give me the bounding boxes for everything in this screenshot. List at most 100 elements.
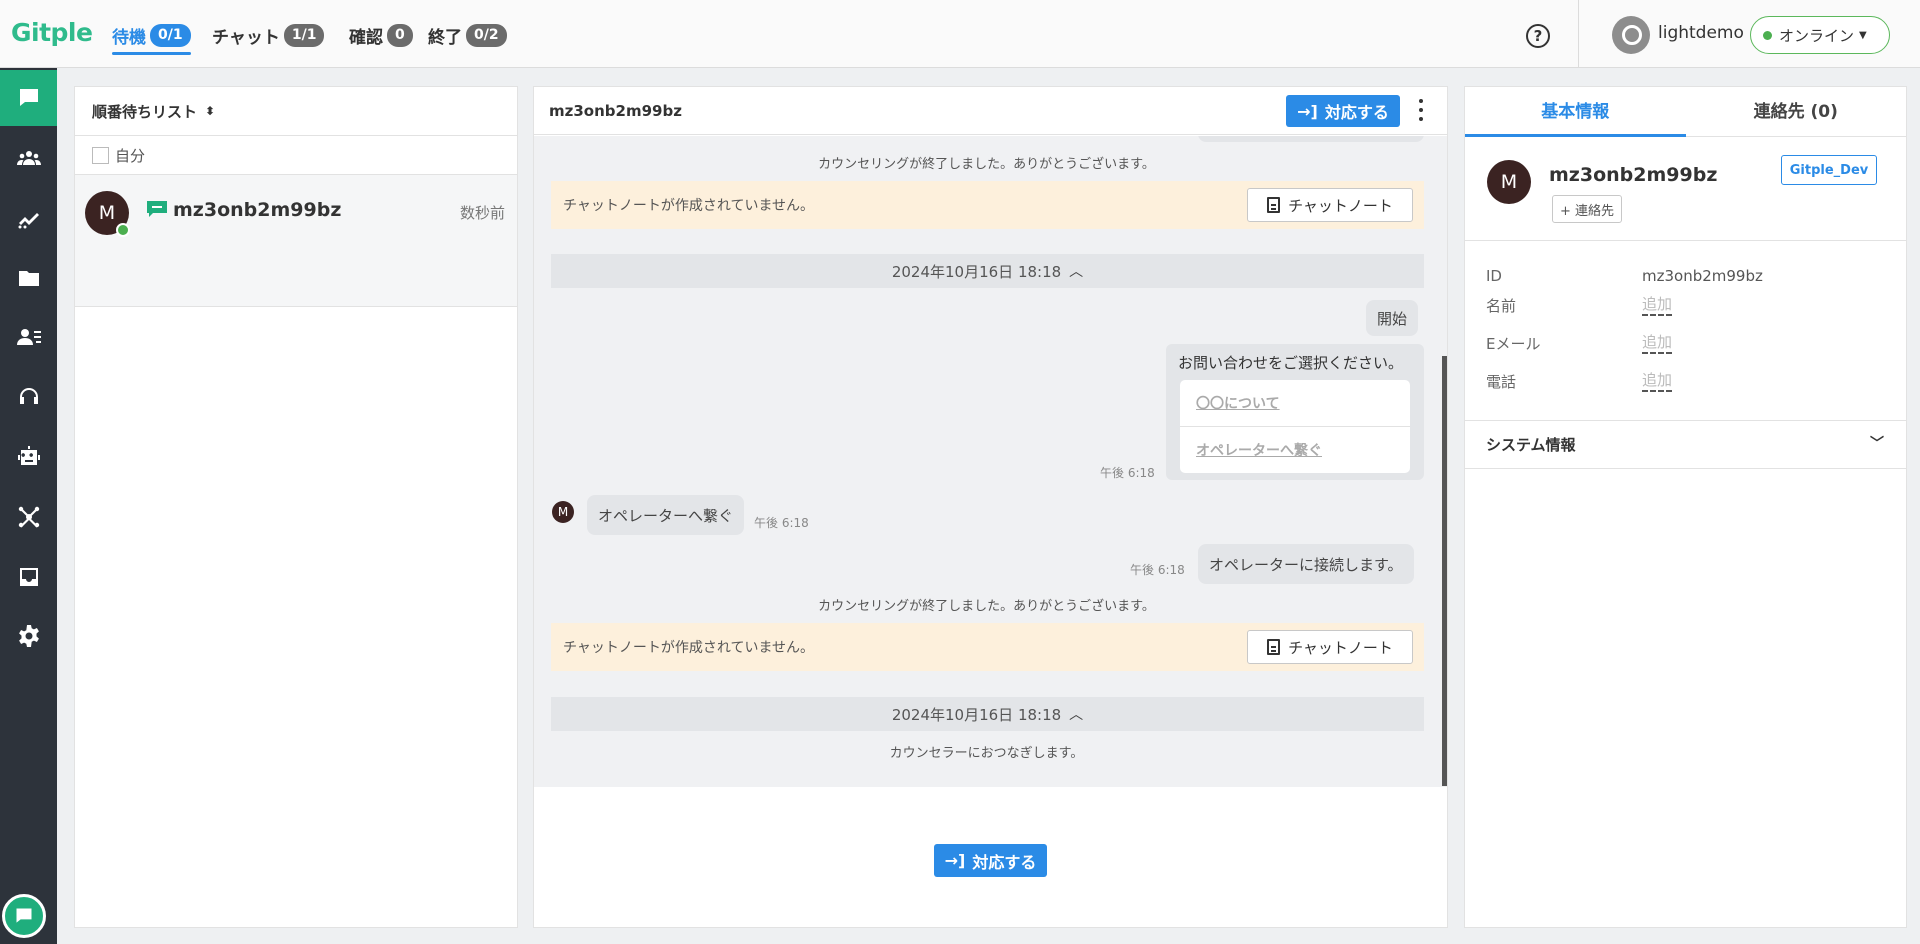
- caret-down-icon: ▼: [1859, 29, 1867, 41]
- queue-filter: 自分: [75, 136, 517, 175]
- customer-fields: ID mz3onb2m99bz 名前 追加 Eメール 追加 電話 追加: [1465, 241, 1906, 421]
- queue-item-name: mz3onb2m99bz: [173, 199, 342, 221]
- system-message: カウンセリングが終了しました。ありがとうございます。: [818, 599, 1155, 614]
- queue-title: 順番待ちリスト: [92, 102, 198, 121]
- channel-tag[interactable]: Gitple_Dev: [1781, 155, 1877, 185]
- previous-message-bubble: [1198, 136, 1424, 142]
- sidebar-item-integrations[interactable]: [0, 489, 57, 545]
- web-chat-icon: [147, 201, 167, 217]
- chat-note-label: チャットノート: [1288, 638, 1393, 657]
- queue-item-time: 数秒前: [459, 204, 505, 222]
- field-label: Eメール: [1486, 335, 1541, 353]
- inbox-icon: [19, 568, 38, 586]
- tab-badge: 1/1: [283, 23, 325, 47]
- scrollbar[interactable]: [1442, 356, 1447, 786]
- online-dot-icon: [1763, 30, 1772, 40]
- queue-header[interactable]: 順番待ちリスト ⬍: [75, 87, 517, 136]
- tab-contacts[interactable]: 連絡先 (0): [1686, 87, 1907, 136]
- note-missing-text: チャットノートが作成されていません。: [563, 198, 815, 214]
- chat-messages: カウンセリングが終了しました。ありがとうございます。 チャットノートが作成されて…: [534, 136, 1447, 787]
- network-icon: [18, 506, 39, 528]
- tab-chat[interactable]: チャット 1/1: [212, 18, 325, 52]
- accept-button[interactable]: →] 対応する: [1286, 95, 1400, 127]
- avatar: M: [1487, 160, 1531, 204]
- field-label: 名前: [1486, 297, 1517, 315]
- app-header: Gitple 待機 0/1 チャット 1/1 確認 0 終了 0/2 ? lig…: [0, 0, 1920, 68]
- add-email-link[interactable]: 追加: [1642, 333, 1673, 354]
- sidebar-item-inbox[interactable]: [0, 549, 57, 605]
- system-info-section[interactable]: システム情報 ﹀: [1465, 421, 1906, 469]
- folder-icon: [18, 271, 39, 286]
- chat-note-notice: チャットノートが作成されていません。 チャットノート: [551, 181, 1424, 229]
- users-icon: [16, 151, 41, 165]
- sidebar-item-settings[interactable]: [0, 608, 57, 664]
- customer-profile: M mz3onb2m99bz + 連絡先 Gitple_Dev: [1465, 137, 1906, 241]
- field-label: ID: [1486, 267, 1502, 285]
- date-label: 2024年10月16日 18:18: [891, 262, 1062, 281]
- help-icon[interactable]: ?: [1526, 24, 1550, 48]
- sidebar-item-support[interactable]: [0, 369, 57, 425]
- add-phone-link[interactable]: 追加: [1642, 371, 1673, 392]
- sidebar-item-bot[interactable]: [0, 429, 57, 485]
- menu-card: お問い合わせをご選択ください。 〇〇について オペレーターへ繋ぐ: [1166, 344, 1424, 480]
- customer-name: mz3onb2m99bz: [1549, 164, 1718, 186]
- enter-icon: →]: [944, 851, 966, 870]
- sort-icon[interactable]: ⬍: [205, 104, 215, 118]
- tab-confirm[interactable]: 確認 0: [349, 18, 413, 52]
- mine-label[interactable]: 自分: [115, 145, 145, 166]
- queue-panel: 順番待ちリスト ⬍ 自分 M mz3onb2m99bz 数秒前: [74, 86, 518, 928]
- chevron-up-icon: ︿: [1069, 707, 1084, 723]
- chat-title: mz3onb2m99bz: [549, 101, 682, 120]
- chat-header: mz3onb2m99bz →] 対応する: [534, 87, 1447, 135]
- chat-note-notice: チャットノートが作成されていません。 チャットノート: [551, 623, 1424, 671]
- analytics-icon: [18, 213, 39, 229]
- tab-label: チャット: [212, 27, 280, 48]
- chevron-up-icon: ︿: [1069, 264, 1084, 280]
- sidebar-item-chat[interactable]: [0, 70, 57, 126]
- info-tabs: 基本情報 連絡先 (0): [1465, 87, 1906, 137]
- chat-icon: [19, 89, 38, 106]
- message-time: 午後 6:18: [1130, 563, 1185, 577]
- note-missing-text: チャットノートが作成されていません。: [563, 640, 815, 656]
- enter-icon: →]: [1297, 101, 1318, 121]
- message-bubble: 開始: [1366, 300, 1419, 336]
- message-bubble: オペレーターへ繋ぐ: [587, 495, 745, 535]
- online-dot-icon: [116, 223, 130, 237]
- tab-waiting[interactable]: 待機 0/1: [112, 18, 191, 55]
- sidebar-item-users[interactable]: [0, 130, 57, 186]
- date-divider[interactable]: 2024年10月16日 18:18 ︿: [551, 254, 1424, 288]
- tab-basic-info[interactable]: 基本情報: [1465, 87, 1686, 137]
- chat-widget-button[interactable]: [2, 894, 46, 938]
- date-label: 2024年10月16日 18:18: [891, 705, 1062, 724]
- add-contact-button[interactable]: + 連絡先: [1552, 195, 1623, 223]
- gear-icon: [18, 625, 39, 647]
- user-name[interactable]: lightdemo: [1658, 23, 1744, 43]
- accept-button[interactable]: →] 対応する: [934, 844, 1047, 877]
- chat-note-button[interactable]: チャットノート: [1247, 630, 1413, 664]
- menu-card-title: お問い合わせをご選択ください。: [1178, 354, 1404, 372]
- message-time: 午後 6:18: [754, 516, 809, 530]
- document-icon: [1267, 639, 1281, 655]
- sidebar-item-contacts[interactable]: [0, 309, 57, 365]
- avatar: M: [552, 501, 574, 523]
- chat-widget-icon: [16, 908, 32, 923]
- date-divider[interactable]: 2024年10月16日 18:18 ︿: [551, 697, 1424, 731]
- system-info-label: システム情報: [1486, 436, 1576, 454]
- sidebar-item-analytics[interactable]: [0, 190, 57, 246]
- more-menu-icon[interactable]: [1418, 99, 1424, 121]
- add-name-link[interactable]: 追加: [1642, 295, 1673, 316]
- tab-badge: 0: [387, 23, 413, 47]
- tab-label: 終了: [428, 27, 462, 48]
- status-label: オンライン: [1779, 26, 1855, 45]
- menu-option[interactable]: オペレーターへ繋ぐ: [1180, 426, 1410, 472]
- sidebar-item-files[interactable]: [0, 250, 57, 306]
- tab-finished[interactable]: 終了 0/2: [428, 18, 507, 52]
- queue-item[interactable]: M mz3onb2m99bz 数秒前: [75, 175, 517, 307]
- status-dropdown[interactable]: オンライン ▼: [1750, 16, 1890, 54]
- chat-note-button[interactable]: チャットノート: [1247, 188, 1413, 222]
- gitple-logo[interactable]: Gitple: [11, 18, 93, 47]
- menu-option[interactable]: 〇〇について: [1180, 380, 1410, 426]
- tab-badge: 0/2: [466, 23, 507, 47]
- user-avatar[interactable]: [1612, 16, 1650, 54]
- mine-checkbox[interactable]: [92, 146, 109, 164]
